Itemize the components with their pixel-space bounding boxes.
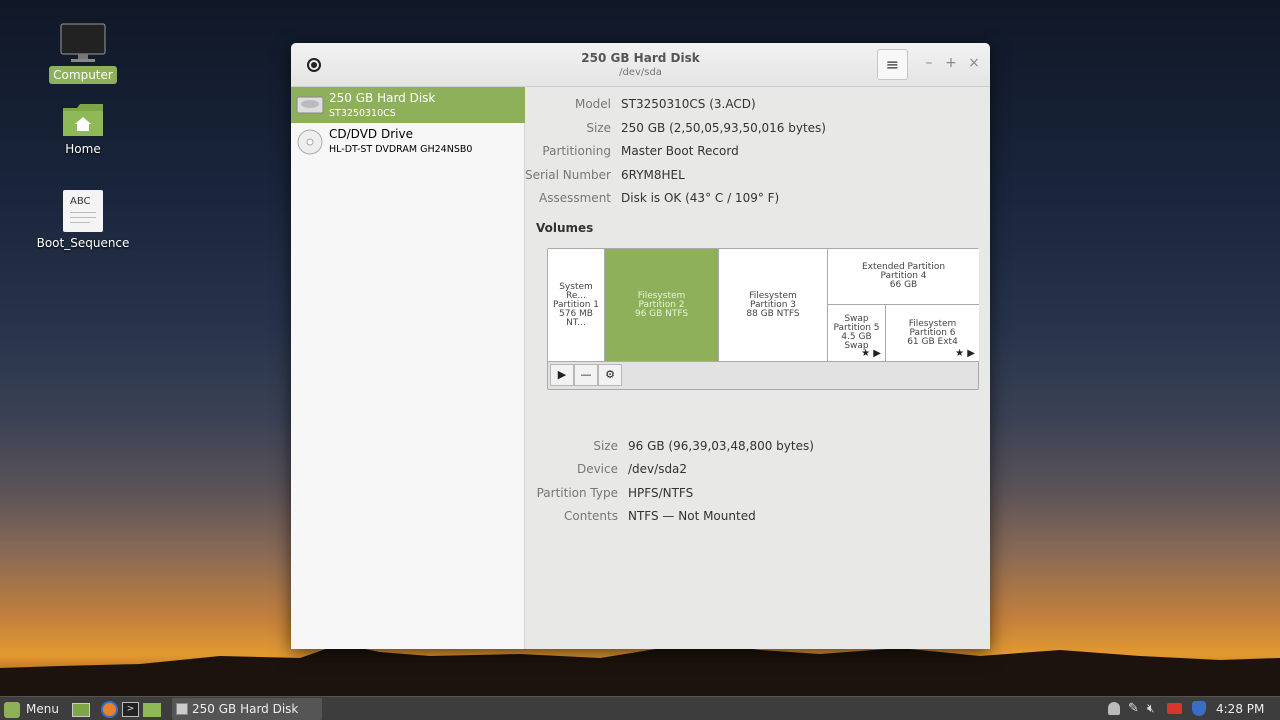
- drive-item-optical[interactable]: CD/DVD Drive HL-DT-ST DVDRAM GH24NSB0: [291, 123, 525, 159]
- partition-5[interactable]: Swap Partition 5 4.5 GB Swap ★ ▶: [828, 305, 886, 361]
- info-value-partitioning: Master Boot Record: [621, 144, 739, 158]
- drive-model: HL-DT-ST DVDRAM GH24NSB0: [329, 144, 473, 155]
- info-label: Serial Number: [525, 168, 611, 182]
- vol-value-partition-type: HPFS/NTFS: [628, 486, 694, 500]
- volumes-heading: Volumes: [536, 221, 594, 235]
- drive-name: CD/DVD Drive: [329, 127, 413, 141]
- partition-options-button[interactable]: ⚙: [598, 364, 622, 386]
- firefox-icon: [101, 701, 118, 718]
- terminal-launcher[interactable]: >: [122, 697, 139, 720]
- desktop-icon-boot-sequence[interactable]: ABC Boot_Sequence: [33, 190, 133, 252]
- folder-icon: [143, 702, 161, 717]
- drive-list: 250 GB Hard Disk ST3250310CS CD/DVD Driv…: [291, 87, 525, 649]
- file-thumb-text: ABC: [70, 196, 91, 207]
- partition-size: 88 GB NTFS: [746, 308, 800, 319]
- menu-button[interactable]: Menu: [4, 697, 59, 720]
- partition-size: 576 MB NT...: [559, 308, 593, 328]
- optical-disc-icon: [297, 129, 323, 155]
- menu-label: Menu: [26, 702, 59, 716]
- info-label: Model: [574, 97, 611, 111]
- user-icon[interactable]: [1108, 702, 1120, 715]
- partition-4-extended[interactable]: Extended Partition Partition 4 66 GB: [828, 249, 979, 305]
- clock[interactable]: 4:28 PM: [1216, 697, 1264, 720]
- info-value-assessment: Disk is OK (43° C / 109° F): [621, 191, 780, 205]
- desktop-icon-home[interactable]: Home: [33, 102, 133, 158]
- star-play-icon: ★ ▶: [861, 348, 881, 359]
- taskbar: Menu > 250 GB Hard Disk ✎ 🔇︎ 4:28 PM: [0, 696, 1280, 720]
- harddisk-icon: [176, 703, 188, 715]
- shield-icon[interactable]: [1192, 701, 1206, 716]
- partition-1[interactable]: System Re... Partition 1 576 MB NT...: [548, 249, 605, 361]
- harddisk-icon: [296, 96, 324, 114]
- mint-logo-icon: [4, 701, 20, 718]
- drive-model: ST3250310CS: [329, 108, 396, 119]
- vol-value-size: 96 GB (96,39,03,48,800 bytes): [628, 439, 814, 453]
- desktop-icon-label: Computer: [49, 66, 117, 84]
- info-value-size: 250 GB (2,50,05,93,50,016 bytes): [621, 121, 826, 135]
- home-folder-icon: [63, 104, 103, 136]
- terminal-icon: >: [122, 702, 139, 717]
- hamburger-icon: ≡: [885, 55, 900, 74]
- play-icon: ▶: [557, 368, 567, 381]
- gear-icon: ⚙: [605, 368, 615, 381]
- vol-label: Contents: [564, 509, 618, 523]
- mount-button[interactable]: ▶: [550, 364, 574, 386]
- vol-value-contents: NTFS — Not Mounted: [628, 509, 756, 523]
- delete-partition-button[interactable]: —: [574, 364, 598, 386]
- firefox-launcher[interactable]: [101, 697, 118, 720]
- minus-icon: —: [580, 368, 592, 381]
- partition-size: 96 GB NTFS: [634, 308, 689, 319]
- disks-window: 250 GB Hard Disk /dev/sda ≡ – + × 250 GB…: [291, 43, 990, 649]
- drive-name: 250 GB Hard Disk: [329, 91, 436, 105]
- mute-icon[interactable]: 🔇︎: [1147, 701, 1155, 716]
- partition-label: System Re...: [559, 281, 593, 301]
- desktop-icon-label: Boot_Sequence: [36, 236, 130, 250]
- desktop-icon-label: Home: [65, 142, 101, 156]
- drive-item-harddisk[interactable]: 250 GB Hard Disk ST3250310CS: [291, 87, 525, 123]
- info-label: Assessment: [539, 191, 611, 205]
- taskbar-window-label: 250 GB Hard Disk: [192, 702, 299, 716]
- close-button[interactable]: ×: [966, 55, 982, 71]
- info-label: Size: [586, 121, 611, 135]
- vol-label: Device: [576, 462, 618, 476]
- titlebar[interactable]: 250 GB Hard Disk /dev/sda ≡ – + ×: [291, 43, 990, 87]
- info-value-serial: 6RYM8HEL: [621, 168, 685, 182]
- show-desktop-launcher[interactable]: [72, 697, 90, 720]
- taskbar-window-button[interactable]: 250 GB Hard Disk: [172, 698, 322, 720]
- partition-2[interactable]: Filesystem Partition 2 96 GB NTFS: [605, 249, 719, 361]
- hamburger-menu-button[interactable]: ≡: [877, 49, 908, 80]
- tools-icon[interactable]: ✎: [1128, 701, 1139, 716]
- maximize-button[interactable]: +: [943, 55, 959, 71]
- desktop-icon-computer[interactable]: Computer: [33, 22, 133, 84]
- monitor-icon: [60, 23, 106, 62]
- partition-3[interactable]: Filesystem Partition 3 88 GB NTFS: [719, 249, 828, 361]
- disk-details: Model ST3250310CS (3.ACD) Size 250 GB (2…: [525, 87, 990, 649]
- star-play-icon: ★ ▶: [955, 348, 975, 359]
- partition-6[interactable]: Filesystem Partition 6 61 GB Ext4 ★ ▶: [886, 305, 979, 361]
- record-icon[interactable]: [1167, 703, 1182, 714]
- files-launcher[interactable]: [143, 697, 161, 720]
- info-label: Partitioning: [542, 144, 611, 158]
- text-file-icon: ABC: [63, 190, 103, 232]
- info-value-model: ST3250310CS (3.ACD): [621, 97, 756, 111]
- vol-value-device: /dev/sda2: [628, 462, 688, 476]
- vol-label: Size: [593, 439, 618, 453]
- partition-size: 66 GB: [889, 280, 918, 290]
- minimize-button[interactable]: –: [921, 55, 937, 71]
- partition-size: 61 GB Ext4: [907, 336, 958, 347]
- volume-map: System Re... Partition 1 576 MB NT... Fi…: [547, 248, 979, 390]
- desktop-icon: [72, 702, 90, 717]
- vol-label: Partition Type: [536, 486, 618, 500]
